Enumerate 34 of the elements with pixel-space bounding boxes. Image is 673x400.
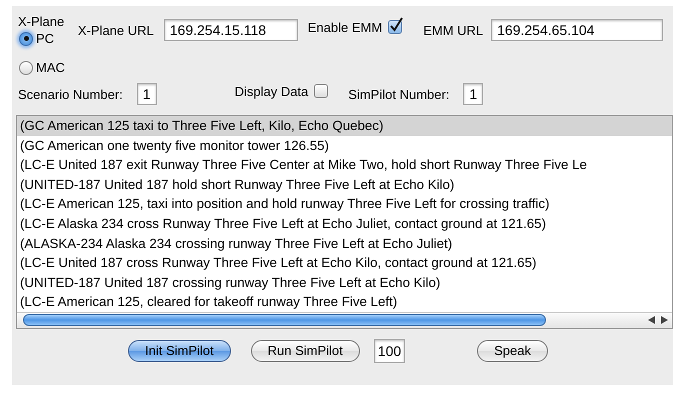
count-field[interactable]: 100 bbox=[374, 338, 406, 363]
checkbox-label: Display Data bbox=[234, 84, 308, 98]
field-label: EMM URL bbox=[423, 22, 484, 38]
list-item[interactable]: (LC-E American 125, cleared for takeoff runway Three Five Left) bbox=[17, 292, 672, 312]
scrollbar-thumb[interactable] bbox=[23, 314, 546, 326]
scroll-left-icon[interactable] bbox=[648, 316, 655, 324]
number-field[interactable]: 1 bbox=[136, 83, 157, 105]
list-item[interactable]: (ALASKA-234 Alaska 234 crossing runway Three Five Left at Echo Juliet) bbox=[17, 234, 672, 254]
list-item[interactable]: (GC American one twenty five monitor tower 126.55) bbox=[17, 136, 672, 156]
radio-button[interactable] bbox=[19, 60, 33, 74]
radio-label: MAC bbox=[36, 60, 65, 75]
scroll-right-icon[interactable] bbox=[661, 316, 668, 324]
field-label: Scenario Number: bbox=[18, 86, 123, 102]
list-item[interactable]: (LC-E United 187 exit Runway Three Five Center at Mike Two, hold short Runway Three Five Le bbox=[17, 155, 672, 175]
checkbox[interactable] bbox=[388, 20, 402, 34]
list-item[interactable]: (LC-E American 125, taxi into position and hold runway Three Five Left for crossing traffic) bbox=[17, 194, 672, 214]
field-label: X-Plane URL bbox=[78, 22, 154, 38]
action-button[interactable]: Init SimPilot bbox=[128, 340, 231, 362]
checkbox[interactable] bbox=[314, 84, 328, 98]
checkbox-label: Enable EMM bbox=[308, 20, 382, 34]
number-field[interactable]: 1 bbox=[463, 83, 484, 105]
field-label: SimPilot Number: bbox=[348, 86, 450, 102]
list-item[interactable]: (UNITED-187 United 187 crossing runway Three Five Left at Echo Kilo) bbox=[17, 272, 672, 292]
group-label: X-Plane bbox=[18, 14, 65, 29]
url-field[interactable]: 169.254.15.118 bbox=[164, 19, 298, 41]
list-item[interactable]: (UNITED-187 United 187 hold short Runway Three Five Left at Echo Kilo) bbox=[17, 174, 672, 194]
radio-label: PC bbox=[36, 31, 54, 46]
list-item[interactable]: (GC American 125 taxi to Three Five Left, Kilo, Echo Quebec) bbox=[17, 116, 672, 136]
radio-button[interactable] bbox=[19, 32, 33, 46]
action-button[interactable]: Run SimPilot bbox=[250, 340, 360, 362]
list-item[interactable]: (LC-E Alaska 234 cross Runway Three Five Left at Echo Juliet, contact ground at 121.65) bbox=[17, 214, 672, 234]
list-item[interactable]: (LC-E United 187 cross Runway Three Five Left at Echo Kilo, contact ground at 121.65) bbox=[17, 253, 672, 273]
url-field[interactable]: 169.254.65.104 bbox=[491, 19, 664, 41]
action-button[interactable]: Speak bbox=[477, 340, 548, 362]
